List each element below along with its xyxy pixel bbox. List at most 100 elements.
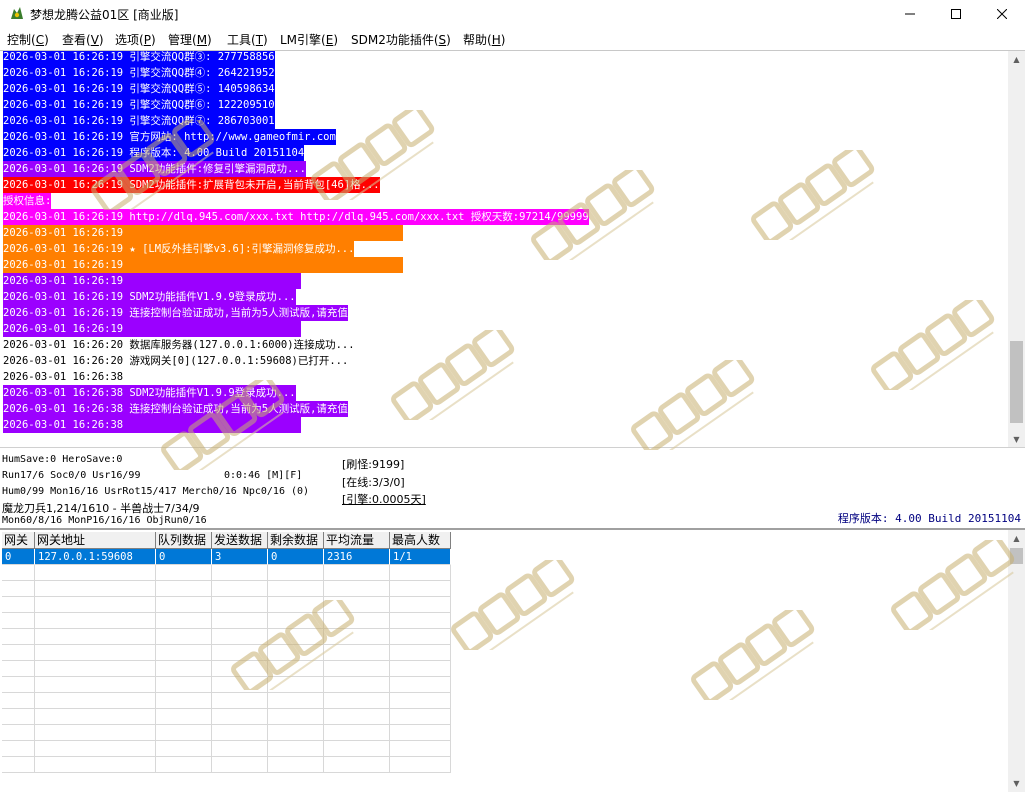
col-max-users[interactable]: 最高人数 — [390, 532, 451, 549]
scroll-down-icon[interactable]: ▼ — [1008, 431, 1025, 447]
status-online: [在线:3/3/0] — [342, 476, 405, 489]
status-mon: Mon60/8/16 MonP16/16/16 ObjRun0/16 — [2, 515, 207, 526]
grid-header: 网关 网关地址 队列数据 发送数据 剩余数据 平均流量 最高人数 — [2, 532, 451, 549]
empty-cell — [2, 565, 35, 581]
scroll-up-icon[interactable]: ▲ — [1008, 51, 1025, 68]
empty-cell — [390, 565, 451, 581]
close-button[interactable] — [979, 0, 1025, 28]
menu-help[interactable]: 帮助(H) — [463, 31, 505, 48]
log-line: 2026-03-01 16:26:19 — [3, 225, 403, 241]
empty-cell — [2, 645, 35, 661]
log-line: 2026-03-01 16:26:38 SDM2功能插件V1.9.9登录成功..… — [3, 385, 296, 401]
empty-cell — [324, 725, 390, 741]
empty-cell — [156, 677, 212, 693]
empty-table-row[interactable] — [2, 741, 451, 757]
empty-table-row[interactable] — [2, 661, 451, 677]
log-line: 2026-03-01 16:26:19 SDM2功能插件V1.9.9登录成功..… — [3, 289, 296, 305]
empty-cell — [35, 565, 156, 581]
empty-cell — [390, 725, 451, 741]
empty-cell — [390, 757, 451, 773]
empty-cell — [2, 661, 35, 677]
log-scroll-thumb[interactable] — [1010, 341, 1023, 423]
col-gateway-address[interactable]: 网关地址 — [35, 532, 156, 549]
log-line: 2026-03-01 16:26:19 引擎交流QQ群④: 264221952 — [3, 65, 275, 81]
col-gateway[interactable]: 网关 — [2, 532, 35, 549]
log-line: 2026-03-01 16:26:19 程序版本: 4.00 Build 201… — [3, 145, 305, 161]
empty-cell — [156, 597, 212, 613]
empty-cell — [156, 709, 212, 725]
app-window: 梦想龙腾公益01区 [商业版] 控制(C) 查看(V) 选项(P) 管理(M) … — [0, 0, 1025, 794]
log-line: 2026-03-01 16:26:19 连接控制台验证成功,当前为5人测试版,请… — [3, 305, 348, 321]
empty-table-row[interactable] — [2, 645, 451, 661]
empty-table-row[interactable] — [2, 613, 451, 629]
minimize-button[interactable] — [887, 0, 933, 28]
grid-scrollbar[interactable]: ▲ ▼ — [1008, 530, 1025, 792]
log-line: 2026-03-01 16:26:20 游戏网关[0](127.0.0.1:59… — [3, 355, 349, 367]
empty-table-row[interactable] — [2, 597, 451, 613]
col-remain-data[interactable]: 剩余数据 — [268, 532, 324, 549]
col-queue-data[interactable]: 队列数据 — [156, 532, 212, 549]
empty-cell — [212, 757, 268, 773]
empty-cell — [268, 581, 324, 597]
empty-table-row[interactable] — [2, 725, 451, 741]
menu-sdm2-plugin[interactable]: SDM2功能插件(S) — [351, 31, 451, 48]
empty-cell — [324, 645, 390, 661]
empty-cell — [324, 741, 390, 757]
empty-cell — [2, 725, 35, 741]
empty-cell — [2, 581, 35, 597]
title-bar: 梦想龙腾公益01区 [商业版] — [0, 0, 1025, 28]
empty-cell — [268, 597, 324, 613]
log-scrollbar[interactable]: ▲ ▼ — [1008, 51, 1025, 447]
empty-cell — [324, 597, 390, 613]
log-pane[interactable]: 2026-03-01 16:26:19 引擎交流QQ群③: 277758856 2… — [0, 50, 1025, 447]
status-run: Run17/6 Soc0/0 Usr16/99 — [2, 470, 141, 481]
empty-cell — [390, 629, 451, 645]
empty-cell — [156, 661, 212, 677]
col-send-data[interactable]: 发送数据 — [212, 532, 268, 549]
grid-scroll-up-icon[interactable]: ▲ — [1008, 530, 1025, 547]
empty-cell — [35, 597, 156, 613]
empty-table-row[interactable] — [2, 709, 451, 725]
status-uptime: 0:0:46 [M][F] — [224, 470, 303, 481]
empty-cell — [35, 645, 156, 661]
menu-control[interactable]: 控制(C) — [7, 31, 49, 48]
empty-cell — [35, 725, 156, 741]
cell-queue: 0 — [156, 549, 212, 565]
empty-cell — [2, 757, 35, 773]
empty-cell — [35, 709, 156, 725]
log-line: 2026-03-01 16:26:19 ★ [LM反外挂引擎v3.6]:引擎漏洞… — [3, 241, 355, 257]
menu-tools[interactable]: 工具(T) — [227, 31, 268, 48]
log-line: 2026-03-01 16:26:19 — [3, 321, 301, 337]
menu-options[interactable]: 选项(P) — [115, 31, 156, 48]
minimize-icon — [905, 13, 915, 15]
empty-table-row[interactable] — [2, 629, 451, 645]
empty-table-row[interactable] — [2, 757, 451, 773]
empty-cell — [212, 629, 268, 645]
empty-cell — [212, 661, 268, 677]
grid-scroll-thumb[interactable] — [1010, 548, 1023, 564]
empty-cell — [35, 693, 156, 709]
empty-cell — [2, 677, 35, 693]
log-line: 2026-03-01 16:26:19 引擎交流QQ群③: 277758856 — [3, 51, 275, 65]
empty-cell — [390, 597, 451, 613]
cell-remain: 0 — [268, 549, 324, 565]
menu-view[interactable]: 查看(V) — [62, 31, 104, 48]
empty-cell — [390, 741, 451, 757]
menu-manage[interactable]: 管理(M) — [168, 31, 212, 48]
empty-cell — [268, 693, 324, 709]
empty-table-row[interactable] — [2, 693, 451, 709]
maximize-button[interactable] — [933, 0, 979, 28]
table-row[interactable]: 0 127.0.0.1:59608 0 3 0 2316 1/1 — [2, 549, 451, 565]
empty-table-row[interactable] — [2, 677, 451, 693]
status-monster: 魔龙刀兵1,214/1610 - 半兽战士7/34/9 — [2, 502, 200, 515]
menu-lm-engine[interactable]: LM引擎(E) — [280, 31, 338, 48]
col-avg-traffic[interactable]: 平均流量 — [324, 532, 390, 549]
empty-cell — [390, 693, 451, 709]
empty-table-row[interactable] — [2, 565, 451, 581]
empty-cell — [324, 757, 390, 773]
empty-cell — [212, 725, 268, 741]
empty-table-row[interactable] — [2, 581, 451, 597]
grid-scroll-down-icon[interactable]: ▼ — [1008, 775, 1025, 792]
empty-cell — [156, 741, 212, 757]
gateway-grid[interactable]: 网关 网关地址 队列数据 发送数据 剩余数据 平均流量 最高人数 0 127.0… — [2, 532, 453, 792]
